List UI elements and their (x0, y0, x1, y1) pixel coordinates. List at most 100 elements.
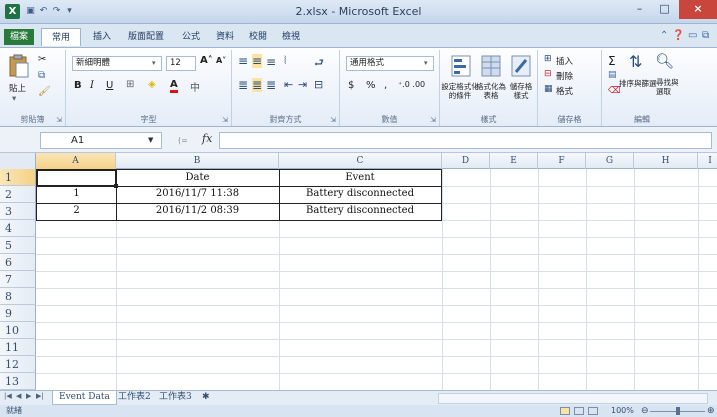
zoom-in-icon[interactable]: ⊕ (707, 405, 715, 417)
cell-c2[interactable]: Battery disconnected (279, 186, 442, 204)
tab-home[interactable]: 常用 (41, 28, 81, 46)
increase-indent-icon[interactable]: ⇥ (298, 78, 307, 91)
paste-dropdown-icon[interactable]: ▾ (12, 94, 16, 104)
row-header[interactable]: 13 (0, 373, 36, 390)
row-header[interactable]: 4 (0, 220, 36, 237)
currency-button[interactable]: $ (348, 80, 354, 91)
format-painter-icon[interactable]: 🖌 (38, 86, 51, 97)
cell-b2[interactable]: 2016/11/7 11:38 (116, 186, 280, 204)
column-header-c[interactable]: C (279, 153, 442, 169)
copy-icon[interactable]: ⧉ (38, 70, 45, 81)
align-right-icon[interactable]: ≣ (266, 78, 276, 92)
normal-view-icon[interactable] (560, 407, 570, 415)
format-as-table-icon[interactable] (480, 54, 502, 78)
comma-button[interactable]: , (384, 80, 387, 91)
row-header[interactable]: 12 (0, 356, 36, 373)
borders-icon[interactable]: ⊞ (126, 79, 134, 90)
paste-button[interactable]: 貼上 (9, 82, 26, 94)
row-header[interactable]: 10 (0, 322, 36, 339)
help-icon[interactable]: ❓ (672, 30, 684, 41)
font-launcher-icon[interactable]: ⇲ (222, 116, 228, 124)
column-header-i[interactable]: I (698, 153, 717, 169)
next-sheet-icon[interactable]: ▶ (26, 392, 31, 400)
delete-cells-icon[interactable]: ⊟ (544, 69, 552, 79)
shrink-font-button[interactable]: A˅ (216, 56, 226, 65)
column-header-d[interactable]: D (442, 153, 490, 169)
collapse-ribbon-icon[interactable]: ⌃ (660, 30, 668, 41)
sheet-tab-3[interactable]: 工作表3 (153, 391, 198, 405)
row-header[interactable]: 6 (0, 254, 36, 271)
row-header[interactable]: 5 (0, 237, 36, 254)
sort-filter-icon[interactable]: ⇅ (629, 52, 642, 71)
row-header[interactable]: 8 (0, 288, 36, 305)
number-launcher-icon[interactable]: ⇲ (430, 116, 436, 124)
zoom-slider-thumb[interactable] (676, 407, 680, 415)
sort-filter-button[interactable]: 排序與篩選 (619, 78, 657, 89)
page-layout-view-icon[interactable] (574, 407, 584, 415)
cell-b1[interactable]: Date (116, 169, 280, 187)
tab-formulas[interactable]: 公式 (177, 28, 205, 46)
alignment-launcher-icon[interactable]: ⇲ (330, 116, 336, 124)
fill-handle[interactable] (114, 184, 118, 188)
minimize-workbook-icon[interactable]: ▭ (688, 30, 697, 41)
first-sheet-icon[interactable]: |◀ (4, 392, 12, 400)
font-size-select[interactable]: 12 (166, 56, 196, 71)
conditional-format-icon[interactable] (450, 54, 472, 78)
insert-cells-button[interactable]: 插入 (556, 55, 573, 67)
grow-font-button[interactable]: A˄ (200, 55, 213, 66)
format-cells-icon[interactable]: ▦ (544, 84, 553, 94)
prev-sheet-icon[interactable]: ◀ (16, 392, 21, 400)
phonetic-icon[interactable]: 中 (190, 79, 200, 94)
italic-button[interactable]: I (90, 80, 94, 91)
wrap-text-icon[interactable]: ⮐ (314, 54, 324, 73)
formula-input[interactable] (219, 132, 712, 149)
cell-a2[interactable]: 1 (36, 186, 117, 204)
column-header-e[interactable]: E (490, 153, 538, 169)
row-header[interactable]: 1 (0, 169, 36, 186)
delete-cells-button[interactable]: 刪除 (556, 70, 573, 82)
number-format-dropdown-icon[interactable]: ▾ (424, 59, 428, 67)
tab-insert[interactable]: 插入 (88, 28, 116, 46)
tab-page-layout[interactable]: 版面配置 (122, 28, 170, 46)
cell-styles-icon[interactable] (510, 54, 532, 78)
zoom-level[interactable]: 100% (611, 405, 634, 417)
zoom-out-icon[interactable]: ⊖ (641, 405, 649, 417)
maximize-button[interactable]: □ (652, 0, 677, 19)
horizontal-scrollbar[interactable] (438, 393, 708, 404)
row-header[interactable]: 9 (0, 305, 36, 322)
tab-data[interactable]: 資料 (211, 28, 239, 46)
format-cells-button[interactable]: 格式 (556, 85, 573, 97)
tab-view[interactable]: 檢視 (277, 28, 305, 46)
insert-cells-icon[interactable]: ⊞ (544, 54, 552, 64)
column-header-h[interactable]: H (634, 153, 698, 169)
font-color-icon[interactable]: A (170, 79, 178, 93)
number-format-select[interactable]: 通用格式 (346, 56, 434, 71)
align-left-icon[interactable]: ≣ (238, 78, 248, 92)
cell-a1-selected[interactable] (36, 169, 117, 187)
orientation-icon[interactable]: ⦚ (284, 54, 286, 68)
align-top-icon[interactable]: ≡ (238, 54, 248, 68)
row-header[interactable]: 3 (0, 203, 36, 220)
format-as-table-button[interactable]: 格式化為 表格 (476, 82, 506, 100)
conditional-format-button[interactable]: 設定格式化 的條件 (440, 82, 480, 100)
column-header-g[interactable]: G (586, 153, 634, 169)
row-header[interactable]: 2 (0, 186, 36, 203)
percent-button[interactable]: % (366, 80, 376, 91)
column-header-f[interactable]: F (538, 153, 586, 169)
find-select-icon[interactable]: 🔍︎ (655, 52, 674, 70)
cell-styles-button[interactable]: 儲存格 樣式 (506, 82, 536, 100)
font-name-dropdown-icon[interactable]: ▾ (152, 59, 156, 67)
minimize-button[interactable]: – (627, 0, 652, 19)
autosum-button[interactable]: Σ (608, 54, 616, 68)
cell-a3[interactable]: 2 (36, 203, 117, 221)
clipboard-launcher-icon[interactable]: ⇲ (56, 116, 62, 124)
row-header[interactable]: 7 (0, 271, 36, 288)
font-name-select[interactable]: 新細明體 (72, 56, 162, 71)
fill-color-icon[interactable]: ◈ (148, 79, 156, 90)
align-center-icon[interactable]: ≣ (252, 78, 263, 92)
decimal-buttons[interactable]: ⁺.0 .00 (398, 80, 425, 89)
close-button[interactable]: × (679, 0, 717, 19)
align-bottom-icon[interactable]: ≡ (266, 55, 276, 69)
find-select-button[interactable]: 尋找與 選取 (656, 78, 679, 96)
row-header[interactable]: 11 (0, 339, 36, 356)
